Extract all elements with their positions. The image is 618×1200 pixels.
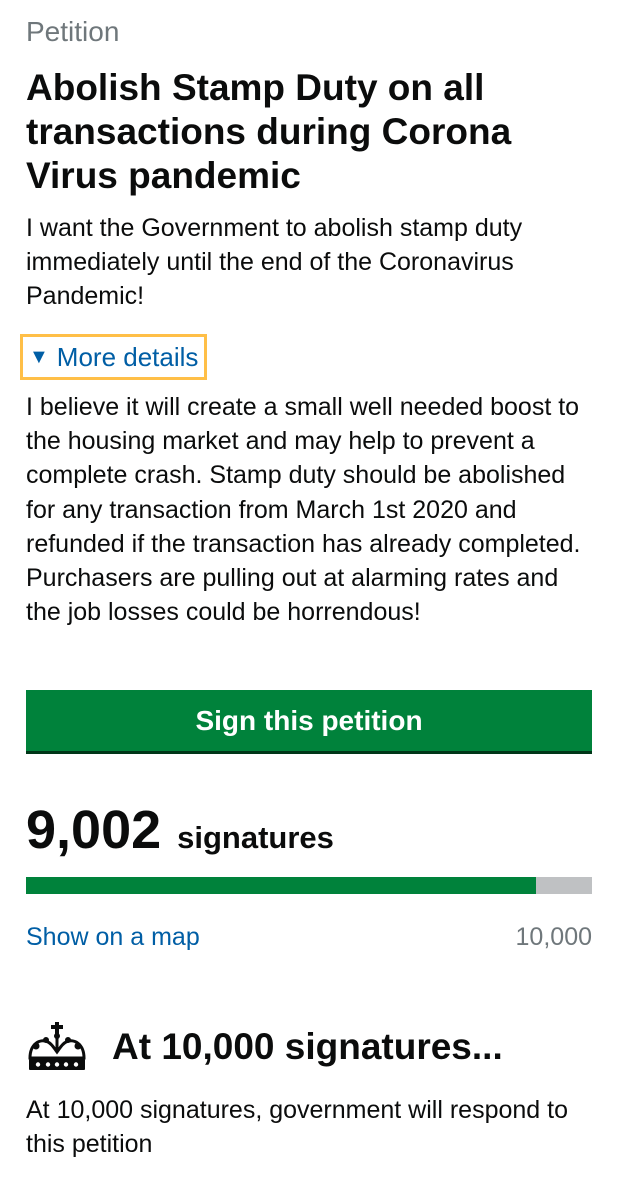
petition-summary: I want the Government to abolish stamp d…: [26, 214, 523, 310]
petition-title: Abolish Stamp Duty on all transactions d…: [26, 67, 512, 196]
signature-progress-bar: [26, 877, 592, 894]
milestone-text: At 10,000 signatures, government will re…: [26, 1096, 568, 1158]
signature-count-label: signatures: [177, 820, 334, 855]
milestone-heading: At 10,000 signatures...: [26, 1022, 503, 1072]
show-on-map-link[interactable]: Show on a map: [26, 920, 200, 954]
petition-page: Petition Abolish Stamp Duty on all trans…: [0, 0, 618, 1200]
milestone-title: At 10,000 signatures...: [112, 1026, 503, 1067]
more-details-toggle[interactable]: ▼ More details: [20, 334, 208, 380]
signature-count: 9,002 signatures: [26, 797, 334, 863]
signature-threshold: 10,000: [515, 923, 592, 951]
crown-icon: [28, 1022, 86, 1070]
page-caption: Petition: [26, 16, 120, 47]
signature-count-number: 9,002: [26, 800, 162, 860]
signature-progress-fill: [26, 877, 536, 894]
petition-details-text: I believe it will create a small well ne…: [26, 393, 581, 627]
more-details-label: More details: [56, 342, 199, 372]
triangle-down-icon: ▼: [29, 346, 49, 368]
sign-petition-button[interactable]: Sign this petition: [26, 690, 592, 754]
